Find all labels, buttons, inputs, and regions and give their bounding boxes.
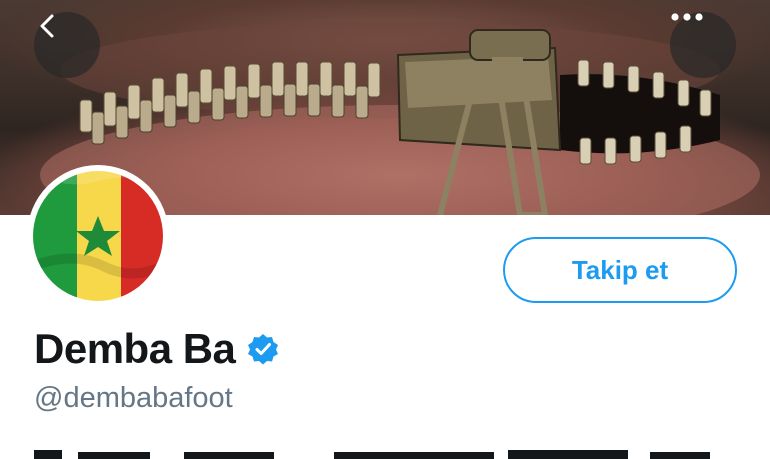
back-button[interactable] [34,12,100,78]
profile-bio [34,446,754,459]
user-handle: @dembabafoot [34,382,233,414]
chevron-left-icon [40,14,54,38]
avatar[interactable] [27,165,169,307]
more-options-button[interactable] [670,12,736,78]
senegal-flag-avatar [33,171,163,301]
follow-button[interactable]: Takip et [503,237,737,303]
verified-badge-icon [247,333,279,365]
display-name: Demba Ba [34,325,236,372]
bio-text-cutoff [34,450,710,459]
display-name-row: Demba Ba [34,322,279,376]
more-horizontal-icon [671,13,703,21]
